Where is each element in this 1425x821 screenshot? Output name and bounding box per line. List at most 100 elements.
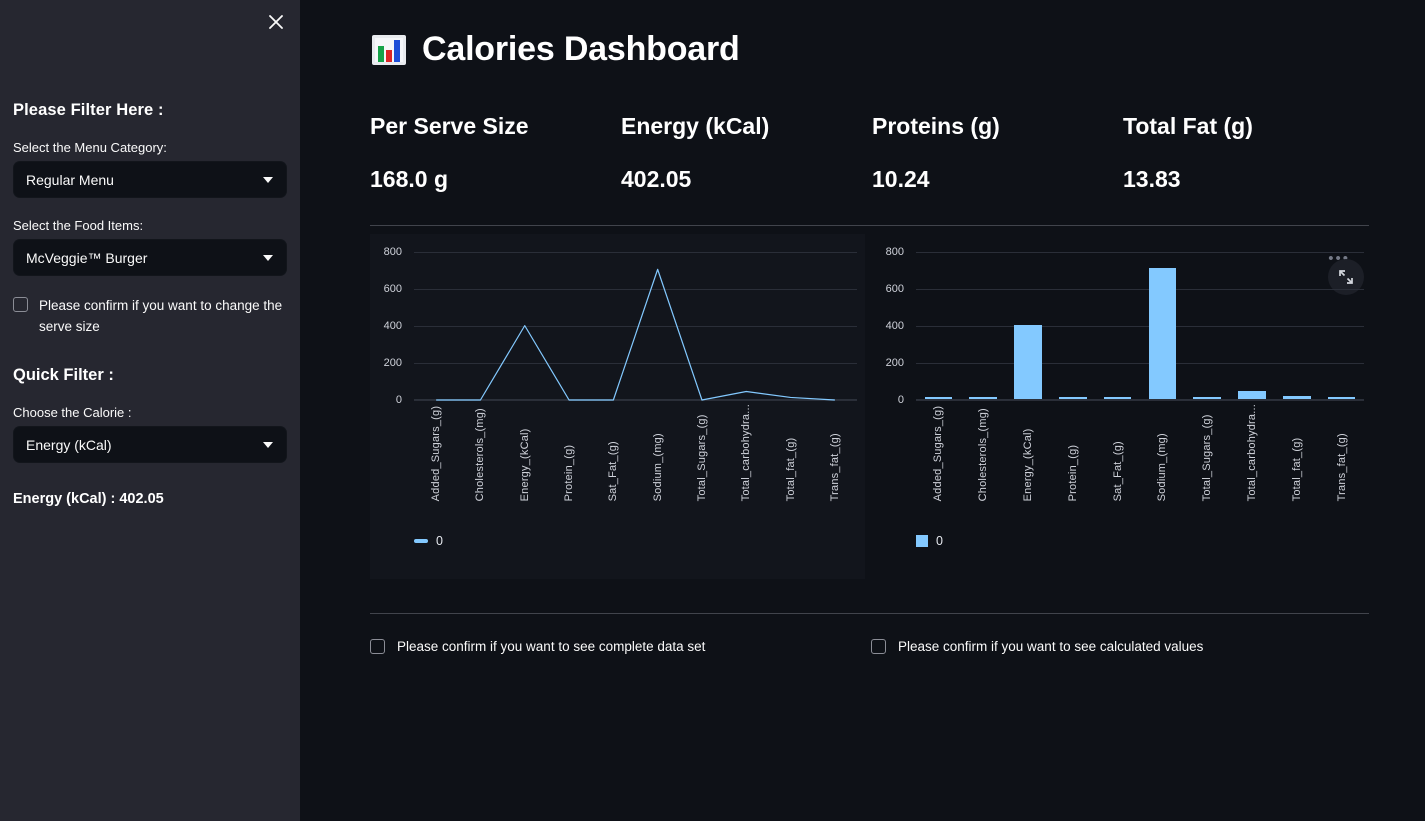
metric-value: 168.0 g xyxy=(370,166,448,192)
bar-chart-card[interactable]: ••• 0 200 400 600 800 Added_Sugars_(g) Choles… xyxy=(872,234,1372,579)
complete-dataset-checkbox-row[interactable]: Please confirm if you want to see comple… xyxy=(370,636,871,657)
bar-chart-legend[interactable]: 0 xyxy=(916,534,943,548)
bar-cell xyxy=(1274,396,1319,399)
y-axis-tick: 200 xyxy=(885,357,904,369)
bar-cell xyxy=(1140,268,1185,399)
x-axis-tick-label: Added_Sugars_(g) xyxy=(430,405,443,502)
bar[interactable] xyxy=(969,397,998,399)
calorie-label: Choose the Calorie : xyxy=(13,405,132,420)
calculated-values-checkbox[interactable] xyxy=(871,639,886,654)
x-axis-tick-label: Total_fat_(g) xyxy=(1290,437,1303,502)
page-header: Calories Dashboard xyxy=(370,0,1369,69)
x-axis-tick: Trans_fat_(g) xyxy=(813,404,857,501)
x-axis-tick-label: Sat_Fat_(g) xyxy=(1111,441,1124,502)
x-axis-tick-label: Energy_(kCal) xyxy=(518,428,531,502)
bar-cell xyxy=(1050,397,1095,399)
y-axis-tick: 400 xyxy=(383,320,402,332)
x-axis-tick-label: Cholesterols_(mg) xyxy=(977,408,990,502)
line-chart-plot: 0 200 400 600 800 Added_Sugars_(g) Cholestero… xyxy=(370,246,865,501)
bar-cell xyxy=(1185,397,1230,399)
bar-chart-xlabels: Added_Sugars_(g) Cholesterols_(mg) Energy_… xyxy=(916,404,1364,501)
metric-card: Energy (kCal) 402.05 xyxy=(621,113,872,193)
bar-chart-icon xyxy=(370,31,408,69)
line-chart-legend[interactable]: 0 xyxy=(414,534,443,548)
bar-cell xyxy=(1006,324,1051,399)
x-axis-tick-label: Energy_(kCal) xyxy=(1021,428,1034,502)
bar[interactable] xyxy=(1193,397,1222,399)
gridline xyxy=(916,400,1364,401)
x-axis-tick-label: Sodium_(mg) xyxy=(1156,433,1169,502)
menu-category-select[interactable]: Regular Menu xyxy=(13,161,287,198)
bar-cell xyxy=(916,397,961,399)
legend-swatch-line xyxy=(414,539,428,543)
line-series xyxy=(414,252,857,400)
calorie-result: Energy (kCal) : 402.05 xyxy=(13,491,164,507)
metric-card: Total Fat (g) 13.83 xyxy=(1123,113,1374,193)
bar[interactable] xyxy=(1014,324,1042,399)
y-axis-tick: 800 xyxy=(885,246,904,258)
bar[interactable] xyxy=(1327,397,1356,399)
calculated-values-checkbox-row[interactable]: Please confirm if you want to see calcul… xyxy=(871,636,1203,657)
serve-size-checkbox-label: Please confirm if you want to change the… xyxy=(39,298,283,334)
divider-top xyxy=(370,225,1369,226)
legend-swatch-square xyxy=(916,535,928,547)
bar[interactable] xyxy=(1058,397,1087,399)
bar[interactable] xyxy=(1148,268,1177,399)
bar[interactable] xyxy=(1238,390,1266,399)
x-axis-tick: Total_fat_(g) xyxy=(1274,404,1319,502)
y-axis-tick: 0 xyxy=(395,394,402,406)
x-axis-tick: Trans_fat_(g) xyxy=(1319,404,1364,501)
calorie-select[interactable]: Energy (kCal) xyxy=(13,426,287,463)
serve-size-checkbox-row[interactable]: Please confirm if you want to change the… xyxy=(13,295,287,337)
bottom-checkbox-row: Please confirm if you want to see comple… xyxy=(370,636,1369,657)
serve-size-checkbox[interactable] xyxy=(13,297,28,312)
y-axis-tick: 600 xyxy=(383,283,402,295)
x-axis-tick-label: Total_carbohydra... xyxy=(740,404,753,502)
line-chart-yaxis: 0 200 400 600 800 xyxy=(370,246,406,406)
x-axis-tick-label: Trans_fat_(g) xyxy=(828,433,841,502)
x-axis-tick-label: Protein_(g) xyxy=(1066,444,1079,502)
main-content: Calories Dashboard Per Serve Size 168.0 … xyxy=(300,0,1425,821)
x-axis-tick: Total_fat_(g) xyxy=(768,404,812,502)
bar-chart-yaxis: 0 200 400 600 800 xyxy=(872,246,908,406)
bar[interactable] xyxy=(1103,397,1132,399)
bar[interactable] xyxy=(924,397,953,399)
x-axis-tick: Sodium_(mg) xyxy=(635,404,679,501)
metric-value: 13.83 xyxy=(1123,166,1181,192)
y-axis-tick: 400 xyxy=(885,320,904,332)
metric-label: Energy (kCal) xyxy=(621,113,770,139)
line-chart-card[interactable]: 0 200 400 600 800 Added_Sugars_(g) Cholestero… xyxy=(370,234,865,579)
x-axis-tick: Total_Sugars_(g) xyxy=(680,404,724,501)
food-items-label: Select the Food Items: xyxy=(13,218,144,233)
bar-chart-plot: 0 200 400 600 800 Added_Sugars_(g) Cholestero… xyxy=(872,246,1372,501)
x-axis-tick-label: Cholesterols_(mg) xyxy=(474,408,487,502)
legend-label: 0 xyxy=(936,534,943,548)
close-icon[interactable] xyxy=(263,9,289,35)
metric-card: Per Serve Size 168.0 g xyxy=(370,113,621,193)
x-axis-tick: Sat_Fat_(g) xyxy=(1095,404,1140,501)
food-items-value: McVeggie™ Burger xyxy=(26,249,148,266)
complete-dataset-checkbox[interactable] xyxy=(370,639,385,654)
x-axis-tick-label: Total_Sugars_(g) xyxy=(1201,414,1214,502)
bar-cell xyxy=(1095,397,1140,399)
x-axis-tick-label: Protein_(g) xyxy=(563,444,576,502)
y-axis-tick: 600 xyxy=(885,283,904,295)
x-axis-tick-label: Sodium_(mg) xyxy=(651,433,664,502)
x-axis-tick-label: Total_carbohydra... xyxy=(1245,404,1258,502)
metric-label: Total Fat (g) xyxy=(1123,113,1253,139)
x-axis-tick-label: Added_Sugars_(g) xyxy=(932,405,945,502)
metric-value: 402.05 xyxy=(621,166,692,192)
filter-heading: Please Filter Here : xyxy=(13,101,164,119)
food-items-select[interactable]: McVeggie™ Burger xyxy=(13,239,287,276)
x-axis-tick: Added_Sugars_(g) xyxy=(916,404,961,502)
bar[interactable] xyxy=(1282,396,1311,399)
y-axis-tick: 0 xyxy=(897,394,904,406)
chevron-down-icon xyxy=(263,176,273,183)
divider-bottom xyxy=(370,613,1369,614)
metric-label: Per Serve Size xyxy=(370,113,529,139)
quick-filter-heading: Quick Filter : xyxy=(13,366,114,384)
metrics-row: Per Serve Size 168.0 g Energy (kCal) 402… xyxy=(370,113,1369,193)
metric-label: Proteins (g) xyxy=(872,113,1000,139)
bar-cell xyxy=(961,397,1006,399)
x-axis-tick-label: Total_fat_(g) xyxy=(784,437,797,502)
